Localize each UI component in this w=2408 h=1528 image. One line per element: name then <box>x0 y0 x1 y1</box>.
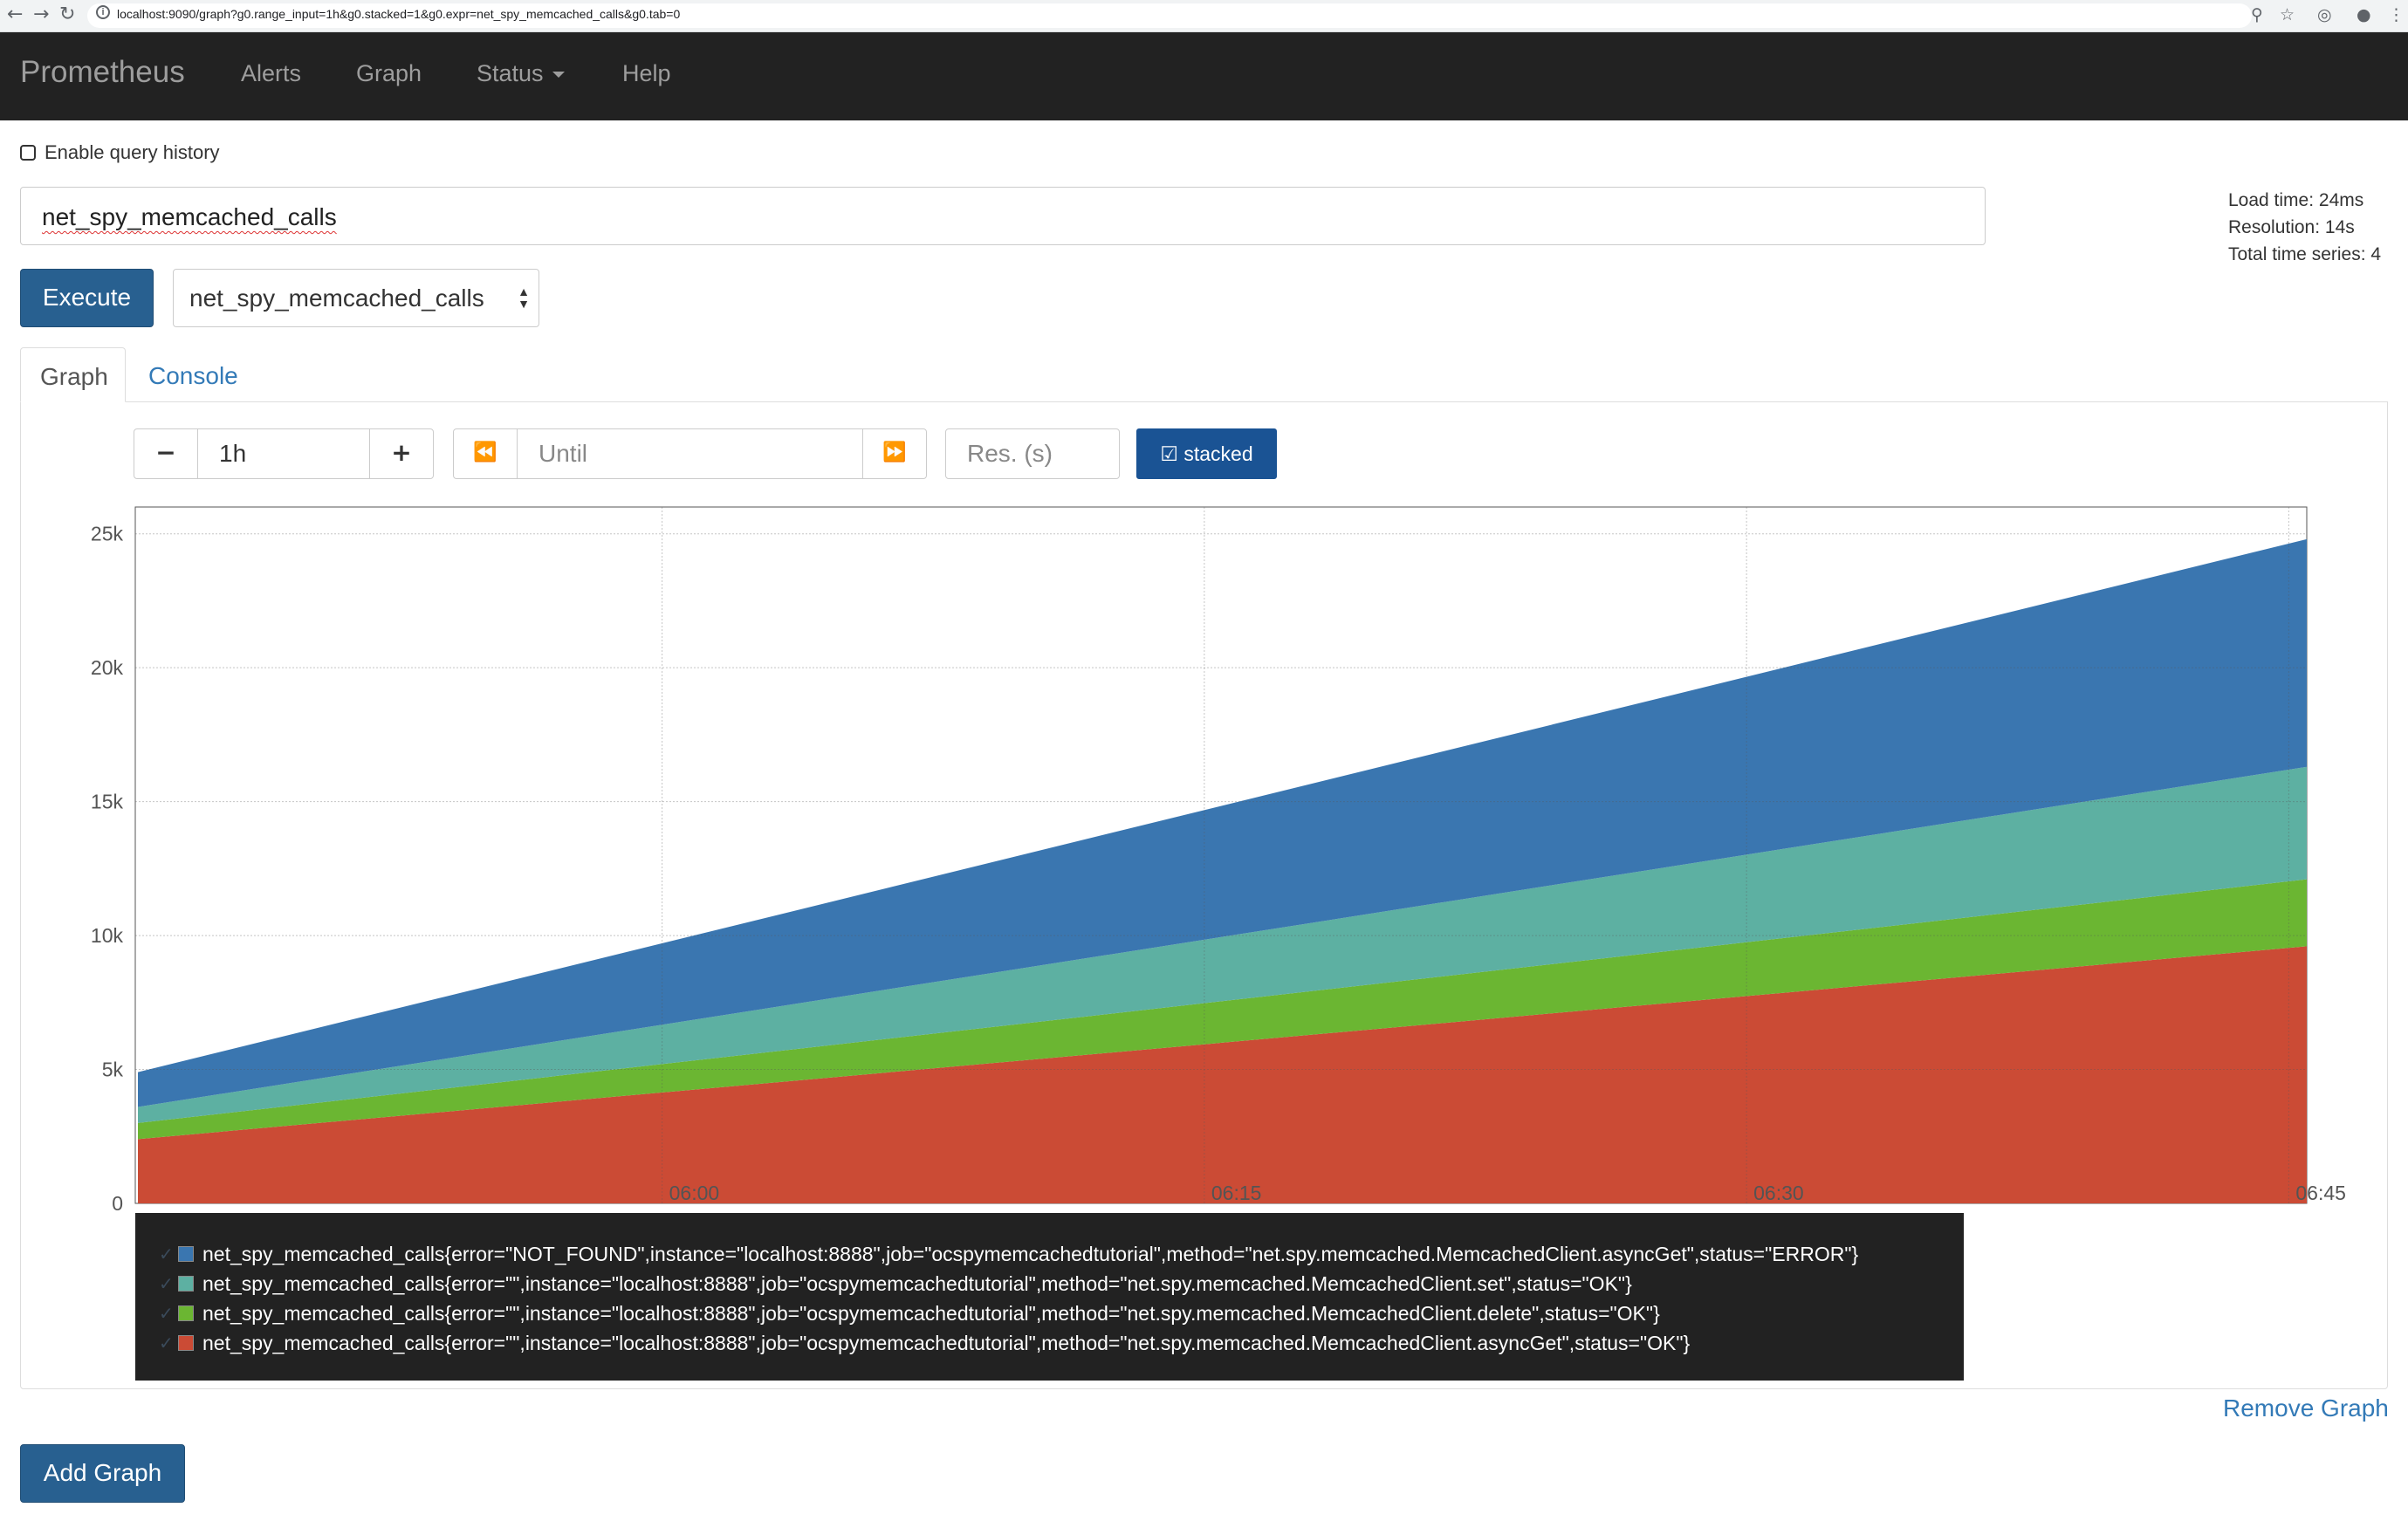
x-tick-label: 06:45 <box>2295 1182 2346 1204</box>
y-tick-label: 25k <box>91 523 124 545</box>
stacked-area-chart[interactable]: 0 5k 10k 15k 20k 25k 06:00 06:15 06:30 06:45 <box>0 0 2408 1222</box>
legend-label: net_spy_memcached_calls{error="",instanc… <box>202 1271 1632 1295</box>
checkmark-icon: ✓ <box>159 1244 174 1264</box>
y-tick-label: 15k <box>91 791 124 813</box>
y-tick-label: 20k <box>91 656 124 679</box>
x-tick-label: 06:30 <box>1753 1182 1804 1204</box>
legend-swatch <box>178 1276 194 1292</box>
legend-label: net_spy_memcached_calls{error="",instanc… <box>202 1301 1660 1325</box>
add-graph-button[interactable]: Add Graph <box>20 1444 185 1503</box>
x-tick-label: 06:00 <box>669 1182 720 1204</box>
y-tick-label: 10k <box>91 924 124 947</box>
remove-graph-link[interactable]: Remove Graph <box>2223 1394 2389 1422</box>
checkmark-icon: ✓ <box>159 1333 174 1353</box>
legend-swatch <box>178 1246 194 1262</box>
chart-legend: ✓ net_spy_memcached_calls{error="NOT_FOUN… <box>135 1213 1964 1381</box>
checkmark-icon: ✓ <box>159 1273 174 1294</box>
legend-item[interactable]: ✓ net_spy_memcached_calls{error="",instan… <box>159 1298 1964 1328</box>
legend-item[interactable]: ✓ net_spy_memcached_calls{error="",instan… <box>159 1328 1964 1358</box>
legend-label: net_spy_memcached_calls{error="",instanc… <box>202 1331 1691 1354</box>
y-tick-label: 0 <box>112 1192 123 1215</box>
legend-swatch <box>178 1335 194 1351</box>
x-tick-label: 06:15 <box>1211 1182 1262 1204</box>
legend-item[interactable]: ✓ net_spy_memcached_calls{error="NOT_FOUN… <box>159 1239 1964 1269</box>
legend-swatch <box>178 1305 194 1321</box>
tab-graph[interactable]: Graph <box>20 347 126 402</box>
legend-item[interactable]: ✓ net_spy_memcached_calls{error="",instan… <box>159 1269 1964 1298</box>
y-tick-label: 5k <box>102 1059 124 1081</box>
checkmark-icon: ✓ <box>159 1303 174 1324</box>
legend-label: net_spy_memcached_calls{error="NOT_FOUND… <box>202 1242 1859 1265</box>
